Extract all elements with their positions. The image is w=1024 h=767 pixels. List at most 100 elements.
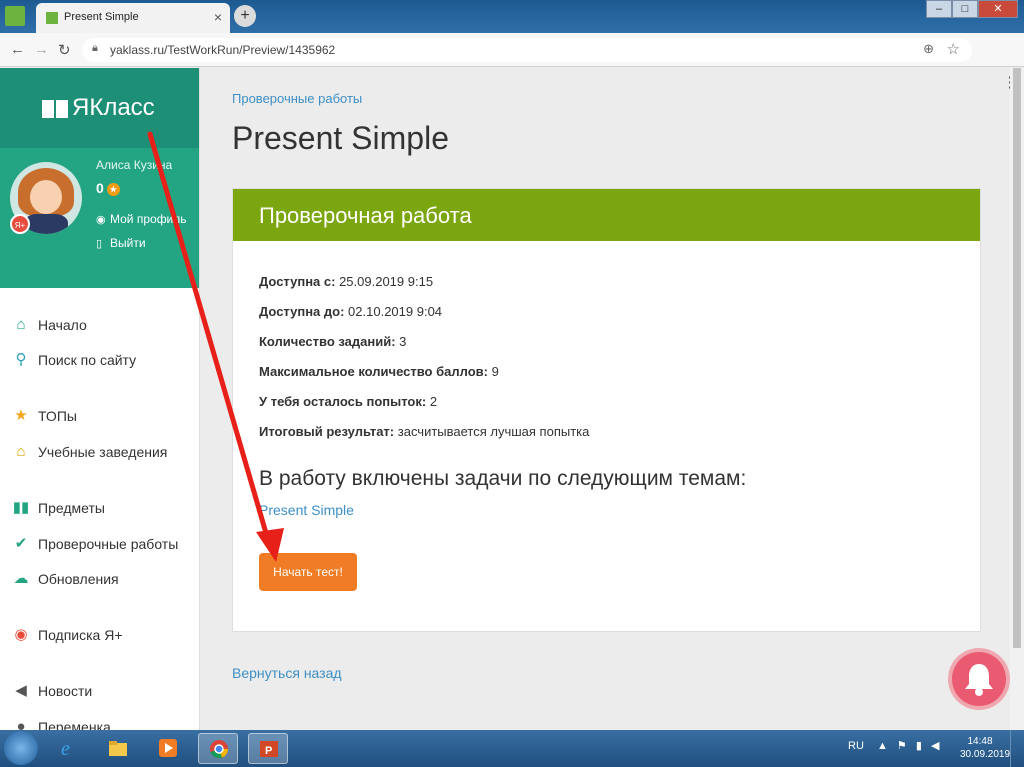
page-title: Present Simple [232, 120, 449, 156]
user-name[interactable]: Алиса Кузина [96, 158, 172, 172]
search-icon: ⚲ [15, 351, 27, 368]
sidebar-item-label: Переменка [38, 719, 111, 730]
scrollbar-thumb[interactable] [1013, 68, 1021, 648]
back-arrow-icon[interactable]: ← [10, 41, 25, 58]
user-icon: ◉ [96, 214, 106, 226]
cloud-icon: ☁ [13, 570, 29, 587]
clock-date: 30.09.2019 [960, 749, 1011, 760]
window-controls: – □ ✕ [926, 0, 1018, 18]
start-test-button[interactable]: Начать тест! [259, 553, 357, 591]
logo-area: ЯКласс [0, 68, 199, 148]
bookmark-star-icon[interactable]: ☆ [947, 40, 960, 58]
browser-tab-bar: Present Simple × + – □ ✕ [0, 0, 1024, 33]
logo[interactable]: ЯКласс [42, 94, 155, 122]
test-card: Проверочная работа Доступна с: 25.09.201… [232, 188, 981, 632]
info-value: 9 [491, 364, 499, 379]
sidebar-item-label: Предметы [38, 500, 105, 516]
tab-close-icon[interactable]: × [214, 9, 222, 25]
info-label: Доступна с: [259, 274, 336, 289]
info-available-from: Доступна с: 25.09.2019 9:15 [259, 274, 433, 289]
sidebar-item-subjects[interactable]: ▮▮ Предметы [0, 497, 200, 523]
taskbar-chrome[interactable] [198, 733, 238, 764]
check-circle-icon: ✔ [14, 535, 28, 552]
sidebar-item-label: Проверочные работы [38, 536, 179, 552]
info-max-score: Максимальное количество баллов: 9 [259, 364, 499, 379]
sidebar-item-updates[interactable]: ☁ Обновления [0, 568, 200, 594]
minimize-button[interactable]: – [926, 0, 952, 18]
sidebar-item-home[interactable]: ⌂ Начало [0, 314, 200, 340]
logo-text: ЯКласс [72, 94, 155, 121]
person-icon: ● [16, 718, 26, 730]
info-value: 3 [399, 334, 407, 349]
taskbar-explorer[interactable] [98, 733, 138, 764]
flag-icon[interactable]: ⚑ [897, 740, 907, 752]
taskbar-clock[interactable]: 14:48 30.09.2019 [960, 735, 1011, 761]
sidebar-item-schools[interactable]: ⌂ Учебные заведения [0, 441, 200, 467]
info-attempts-left: У тебя осталось попыток: 2 [259, 394, 437, 409]
info-label: Максимальное количество баллов: [259, 364, 488, 379]
windows-taskbar: e P RU ▲ ⚑ ▮ ◀ 14:48 30.09.2019 [0, 730, 1024, 767]
my-profile-label: Мой профиль [110, 212, 187, 226]
reload-icon[interactable]: ↻ [58, 41, 71, 59]
favicon-icon [46, 12, 58, 24]
sidebar-item-news[interactable]: ◀ Новости [0, 680, 200, 706]
sidebar: ЯКласс Я+ Алиса Кузина 0 ★ ◉ Мой профиль ▯… [0, 68, 200, 730]
sidebar-item-tops[interactable]: ★ ТОПы [0, 405, 200, 431]
new-tab-button[interactable]: + [234, 5, 256, 27]
sidebar-item-label: Новости [38, 683, 93, 699]
info-task-count: Количество заданий: 3 [259, 334, 406, 349]
info-value: 2 [429, 394, 438, 409]
info-label: Количество заданий: [259, 334, 396, 349]
main-content: Проверочные работы Present Simple Провер… [201, 68, 1010, 730]
my-profile-link[interactable]: ◉ Мой профиль [96, 212, 187, 226]
home-icon: ⌂ [16, 316, 26, 333]
forward-arrow-icon[interactable]: → [34, 41, 49, 58]
user-coins: 0 ★ [96, 180, 120, 196]
info-label: Доступна до: [259, 304, 345, 319]
language-indicator[interactable]: RU [848, 740, 864, 752]
breadcrumb[interactable]: Проверочные работы [232, 91, 362, 106]
info-value: 02.10.2019 9:04 [348, 304, 443, 319]
notifications-button[interactable] [948, 648, 1010, 710]
sidebar-item-search[interactable]: ⚲ Поиск по сайту [0, 349, 200, 375]
system-tray: RU ▲ ⚑ ▮ ◀ [848, 739, 939, 752]
info-label: У тебя осталось попыток: [259, 394, 427, 409]
sidebar-item-label: Обновления [38, 571, 119, 587]
browser-tab[interactable]: Present Simple × [36, 3, 230, 33]
address-toolbar: ← → ↻ 🔒︎ yaklass.ru/TestWorkRun/Preview/… [0, 33, 1024, 92]
sidebar-item-subscription[interactable]: ◉ Подписка Я+ [0, 624, 200, 650]
sidebar-item-label: ТОПы [38, 408, 77, 424]
battery-icon[interactable]: ▮ [916, 740, 922, 752]
close-window-button[interactable]: ✕ [978, 0, 1018, 18]
internet-explorer-icon: e [61, 738, 70, 758]
media-player-icon [159, 739, 177, 757]
taskbar-media-player[interactable] [148, 733, 188, 764]
page-scrollbar[interactable] [1010, 68, 1024, 730]
coin-icon: ★ [106, 182, 120, 196]
card-header-title: Проверочная работа [259, 203, 472, 228]
logout-link[interactable]: ▯ Выйти [96, 236, 146, 250]
maximize-button[interactable]: □ [952, 0, 978, 18]
subscription-badge: Я+ [10, 214, 30, 234]
address-bar[interactable]: 🔒︎ yaklass.ru/TestWorkRun/Preview/143596… [82, 38, 972, 62]
show-desktop-button[interactable] [1010, 730, 1024, 767]
sidebar-item-tests[interactable]: ✔ Проверочные работы [0, 533, 200, 559]
tray-expand-icon[interactable]: ▲ [877, 740, 888, 752]
sidebar-item-break[interactable]: ● Переменка [0, 716, 200, 730]
back-link[interactable]: Вернуться назад [232, 665, 342, 681]
tab-title: Present Simple [64, 11, 139, 23]
coins-count: 0 [96, 180, 104, 196]
topics-heading: В работу включены задачи по следующим те… [259, 467, 747, 490]
folder-icon [109, 741, 127, 756]
add-icon[interactable]: ⊕ [923, 41, 934, 57]
megaphone-icon: ◀ [15, 682, 27, 699]
lock-icon: 🔒︎ [92, 42, 98, 54]
taskbar-ie[interactable]: e [48, 733, 88, 764]
bell-icon [965, 664, 993, 696]
chrome-icon [210, 740, 229, 759]
info-available-until: Доступна до: 02.10.2019 9:04 [259, 304, 442, 319]
volume-icon[interactable]: ◀ [931, 740, 939, 752]
taskbar-powerpoint[interactable]: P [248, 733, 288, 764]
topic-link[interactable]: Present Simple [259, 502, 354, 518]
start-button[interactable] [4, 731, 38, 765]
